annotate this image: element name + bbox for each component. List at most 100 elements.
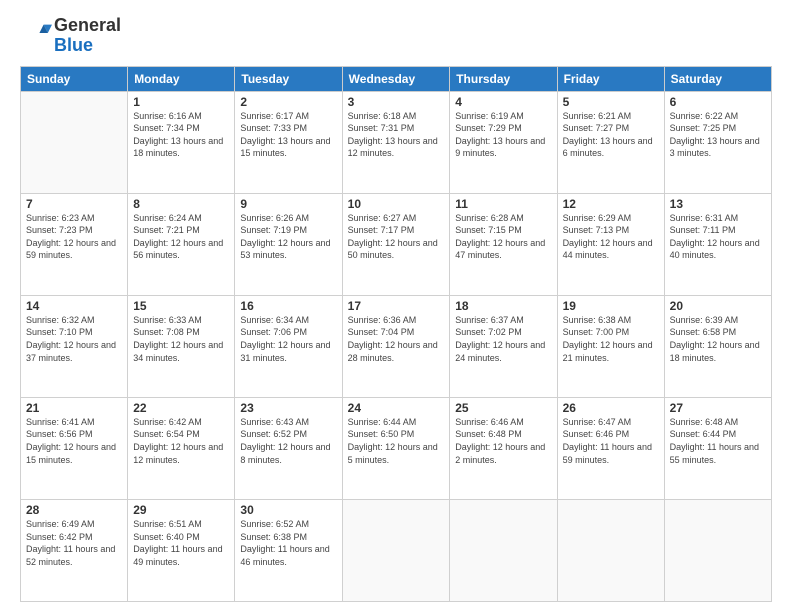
day-detail: Sunrise: 6:52 AMSunset: 6:38 PMDaylight:… xyxy=(240,518,336,568)
calendar-cell: 23Sunrise: 6:43 AMSunset: 6:52 PMDayligh… xyxy=(235,397,342,499)
day-detail: Sunrise: 6:44 AMSunset: 6:50 PMDaylight:… xyxy=(348,416,445,466)
day-detail: Sunrise: 6:34 AMSunset: 7:06 PMDaylight:… xyxy=(240,314,336,364)
day-number: 3 xyxy=(348,95,445,109)
day-number: 17 xyxy=(348,299,445,313)
day-number: 28 xyxy=(26,503,122,517)
day-number: 16 xyxy=(240,299,336,313)
day-number: 9 xyxy=(240,197,336,211)
day-detail: Sunrise: 6:38 AMSunset: 7:00 PMDaylight:… xyxy=(563,314,659,364)
day-number: 2 xyxy=(240,95,336,109)
calendar-cell: 30Sunrise: 6:52 AMSunset: 6:38 PMDayligh… xyxy=(235,499,342,601)
day-detail: Sunrise: 6:27 AMSunset: 7:17 PMDaylight:… xyxy=(348,212,445,262)
day-number: 8 xyxy=(133,197,229,211)
day-header-tuesday: Tuesday xyxy=(235,66,342,91)
header: General Blue xyxy=(20,16,772,56)
day-number: 15 xyxy=(133,299,229,313)
calendar-cell: 1Sunrise: 6:16 AMSunset: 7:34 PMDaylight… xyxy=(128,91,235,193)
day-number: 13 xyxy=(670,197,766,211)
calendar-cell: 17Sunrise: 6:36 AMSunset: 7:04 PMDayligh… xyxy=(342,295,450,397)
day-detail: Sunrise: 6:39 AMSunset: 6:58 PMDaylight:… xyxy=(670,314,766,364)
calendar-cell: 22Sunrise: 6:42 AMSunset: 6:54 PMDayligh… xyxy=(128,397,235,499)
calendar-cell xyxy=(21,91,128,193)
day-number: 21 xyxy=(26,401,122,415)
calendar-cell: 5Sunrise: 6:21 AMSunset: 7:27 PMDaylight… xyxy=(557,91,664,193)
calendar-cell: 25Sunrise: 6:46 AMSunset: 6:48 PMDayligh… xyxy=(450,397,557,499)
day-detail: Sunrise: 6:31 AMSunset: 7:11 PMDaylight:… xyxy=(670,212,766,262)
calendar-cell xyxy=(450,499,557,601)
day-number: 27 xyxy=(670,401,766,415)
calendar-cell xyxy=(557,499,664,601)
page: General Blue SundayMondayTuesdayWednesda… xyxy=(0,0,792,612)
calendar-cell: 20Sunrise: 6:39 AMSunset: 6:58 PMDayligh… xyxy=(664,295,771,397)
calendar-cell: 2Sunrise: 6:17 AMSunset: 7:33 PMDaylight… xyxy=(235,91,342,193)
calendar-cell: 27Sunrise: 6:48 AMSunset: 6:44 PMDayligh… xyxy=(664,397,771,499)
calendar-cell xyxy=(664,499,771,601)
day-number: 12 xyxy=(563,197,659,211)
day-header-monday: Monday xyxy=(128,66,235,91)
day-number: 29 xyxy=(133,503,229,517)
day-detail: Sunrise: 6:48 AMSunset: 6:44 PMDaylight:… xyxy=(670,416,766,466)
calendar-week-3: 14Sunrise: 6:32 AMSunset: 7:10 PMDayligh… xyxy=(21,295,772,397)
day-number: 24 xyxy=(348,401,445,415)
day-number: 19 xyxy=(563,299,659,313)
day-detail: Sunrise: 6:22 AMSunset: 7:25 PMDaylight:… xyxy=(670,110,766,160)
calendar-week-2: 7Sunrise: 6:23 AMSunset: 7:23 PMDaylight… xyxy=(21,193,772,295)
day-detail: Sunrise: 6:49 AMSunset: 6:42 PMDaylight:… xyxy=(26,518,122,568)
calendar-cell: 8Sunrise: 6:24 AMSunset: 7:21 PMDaylight… xyxy=(128,193,235,295)
day-number: 6 xyxy=(670,95,766,109)
day-header-saturday: Saturday xyxy=(664,66,771,91)
day-number: 4 xyxy=(455,95,551,109)
day-number: 10 xyxy=(348,197,445,211)
calendar-cell: 11Sunrise: 6:28 AMSunset: 7:15 PMDayligh… xyxy=(450,193,557,295)
day-number: 14 xyxy=(26,299,122,313)
calendar-cell: 10Sunrise: 6:27 AMSunset: 7:17 PMDayligh… xyxy=(342,193,450,295)
calendar-cell: 18Sunrise: 6:37 AMSunset: 7:02 PMDayligh… xyxy=(450,295,557,397)
calendar-week-4: 21Sunrise: 6:41 AMSunset: 6:56 PMDayligh… xyxy=(21,397,772,499)
calendar-cell: 6Sunrise: 6:22 AMSunset: 7:25 PMDaylight… xyxy=(664,91,771,193)
calendar-cell: 7Sunrise: 6:23 AMSunset: 7:23 PMDaylight… xyxy=(21,193,128,295)
calendar-cell: 4Sunrise: 6:19 AMSunset: 7:29 PMDaylight… xyxy=(450,91,557,193)
day-detail: Sunrise: 6:33 AMSunset: 7:08 PMDaylight:… xyxy=(133,314,229,364)
day-detail: Sunrise: 6:24 AMSunset: 7:21 PMDaylight:… xyxy=(133,212,229,262)
day-number: 1 xyxy=(133,95,229,109)
calendar-table: SundayMondayTuesdayWednesdayThursdayFrid… xyxy=(20,66,772,602)
day-detail: Sunrise: 6:19 AMSunset: 7:29 PMDaylight:… xyxy=(455,110,551,160)
calendar-cell: 15Sunrise: 6:33 AMSunset: 7:08 PMDayligh… xyxy=(128,295,235,397)
day-detail: Sunrise: 6:28 AMSunset: 7:15 PMDaylight:… xyxy=(455,212,551,262)
day-number: 20 xyxy=(670,299,766,313)
day-detail: Sunrise: 6:23 AMSunset: 7:23 PMDaylight:… xyxy=(26,212,122,262)
day-number: 22 xyxy=(133,401,229,415)
calendar-cell: 12Sunrise: 6:29 AMSunset: 7:13 PMDayligh… xyxy=(557,193,664,295)
logo-blue: Blue xyxy=(54,35,93,55)
day-number: 7 xyxy=(26,197,122,211)
day-header-sunday: Sunday xyxy=(21,66,128,91)
day-detail: Sunrise: 6:51 AMSunset: 6:40 PMDaylight:… xyxy=(133,518,229,568)
calendar-cell: 16Sunrise: 6:34 AMSunset: 7:06 PMDayligh… xyxy=(235,295,342,397)
calendar-cell: 26Sunrise: 6:47 AMSunset: 6:46 PMDayligh… xyxy=(557,397,664,499)
calendar-week-5: 28Sunrise: 6:49 AMSunset: 6:42 PMDayligh… xyxy=(21,499,772,601)
day-detail: Sunrise: 6:47 AMSunset: 6:46 PMDaylight:… xyxy=(563,416,659,466)
day-detail: Sunrise: 6:26 AMSunset: 7:19 PMDaylight:… xyxy=(240,212,336,262)
calendar-cell: 24Sunrise: 6:44 AMSunset: 6:50 PMDayligh… xyxy=(342,397,450,499)
day-number: 30 xyxy=(240,503,336,517)
day-number: 11 xyxy=(455,197,551,211)
day-header-friday: Friday xyxy=(557,66,664,91)
calendar-cell: 28Sunrise: 6:49 AMSunset: 6:42 PMDayligh… xyxy=(21,499,128,601)
day-number: 5 xyxy=(563,95,659,109)
day-number: 25 xyxy=(455,401,551,415)
calendar-cell: 21Sunrise: 6:41 AMSunset: 6:56 PMDayligh… xyxy=(21,397,128,499)
logo-text: General Blue xyxy=(54,16,121,56)
day-detail: Sunrise: 6:18 AMSunset: 7:31 PMDaylight:… xyxy=(348,110,445,160)
logo-general: General xyxy=(54,15,121,35)
calendar-cell: 19Sunrise: 6:38 AMSunset: 7:00 PMDayligh… xyxy=(557,295,664,397)
calendar-cell xyxy=(342,499,450,601)
day-detail: Sunrise: 6:37 AMSunset: 7:02 PMDaylight:… xyxy=(455,314,551,364)
day-detail: Sunrise: 6:29 AMSunset: 7:13 PMDaylight:… xyxy=(563,212,659,262)
calendar-week-1: 1Sunrise: 6:16 AMSunset: 7:34 PMDaylight… xyxy=(21,91,772,193)
day-header-thursday: Thursday xyxy=(450,66,557,91)
day-detail: Sunrise: 6:32 AMSunset: 7:10 PMDaylight:… xyxy=(26,314,122,364)
day-detail: Sunrise: 6:42 AMSunset: 6:54 PMDaylight:… xyxy=(133,416,229,466)
day-detail: Sunrise: 6:17 AMSunset: 7:33 PMDaylight:… xyxy=(240,110,336,160)
day-detail: Sunrise: 6:43 AMSunset: 6:52 PMDaylight:… xyxy=(240,416,336,466)
calendar-cell: 14Sunrise: 6:32 AMSunset: 7:10 PMDayligh… xyxy=(21,295,128,397)
